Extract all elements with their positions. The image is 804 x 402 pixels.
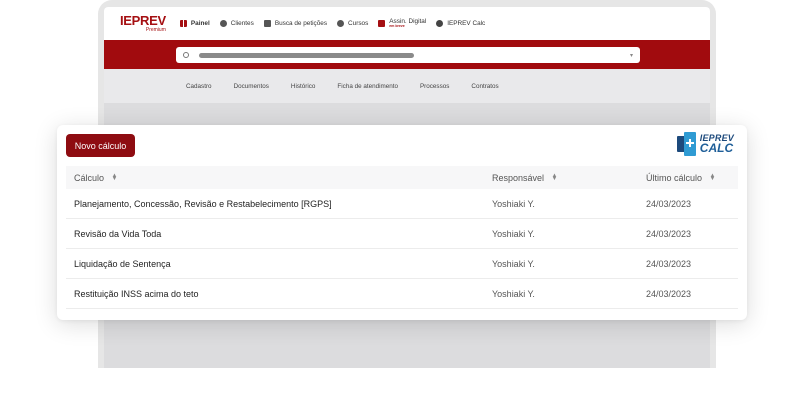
cell-owner: Yoshiaki Y.	[492, 198, 535, 209]
ieprev-calc-logo: IEPREV CALC	[676, 132, 734, 156]
table-header: Cálculo ▲ ▼ Responsável ▲ ▼ Último cálculo…	[66, 166, 738, 189]
calculations-card: Novo cálculo IEPREV CALC Cálculo ▲ ▼ Resp…	[57, 125, 747, 320]
nav-label: Busca de petições	[274, 20, 328, 27]
column-header-responsavel[interactable]: Responsável ▲ ▼	[492, 173, 558, 183]
nav-label: Clientes	[230, 20, 254, 27]
calc-logo-line2: CALC	[699, 140, 734, 155]
grid-icon	[179, 20, 187, 27]
document-icon	[263, 20, 271, 27]
course-icon	[337, 20, 345, 27]
sort-icon[interactable]: ▲ ▼	[552, 173, 558, 182]
logo-main-text: IEPREV	[120, 13, 166, 28]
cell-date: 24/03/2023	[646, 288, 692, 299]
nav-item-cursos[interactable]: Cursos	[337, 20, 368, 27]
subnav-historico[interactable]: Histórico	[291, 83, 316, 90]
new-calculation-button[interactable]: Novo cálculo	[66, 134, 135, 157]
subnav-ficha-atendimento[interactable]: Ficha de atendimento	[337, 83, 398, 90]
column-header-ultimo-calculo[interactable]: Último cálculo ▲ ▼	[646, 173, 716, 183]
cell-owner: Yoshiaki Y.	[492, 288, 535, 299]
column-label: Responsável	[492, 172, 545, 183]
cell-date: 24/03/2023	[646, 228, 692, 239]
cell-owner: Yoshiaki Y.	[492, 258, 535, 269]
cell-calculation-name: Liquidação de Sentença	[74, 258, 171, 269]
nav-item-busca-peticoes[interactable]: Busca de petições	[263, 20, 328, 27]
users-icon	[219, 20, 227, 27]
cell-owner: Yoshiaki Y.	[492, 228, 535, 239]
nav-label: Cursos	[348, 20, 369, 27]
nav-label: Painel	[190, 20, 210, 27]
table-row[interactable]: Liquidação de Sentença Yoshiaki Y. 24/03…	[66, 249, 738, 279]
chevron-down-icon[interactable]: ▾	[630, 52, 633, 59]
nav-item-ieprev-calc[interactable]: IEPREV Calc	[436, 20, 485, 27]
globe-icon	[436, 20, 444, 27]
nav-item-clientes[interactable]: Clientes	[219, 20, 254, 27]
column-label: Último cálculo	[646, 172, 703, 183]
signature-icon	[378, 20, 386, 27]
search-input[interactable]: ▾	[176, 47, 640, 63]
subnav-contratos[interactable]: Contratos	[471, 83, 498, 90]
search-placeholder-bar	[199, 52, 414, 58]
nav-item-painel[interactable]: Painel	[179, 20, 210, 27]
sort-icon[interactable]: ▲ ▼	[112, 173, 118, 182]
subnav-processos[interactable]: Processos	[420, 83, 449, 90]
cell-date: 24/03/2023	[646, 258, 692, 269]
nav-label: IEPREV Calc	[447, 20, 486, 27]
column-label: Cálculo	[74, 172, 105, 183]
calculations-table: Cálculo ▲ ▼ Responsável ▲ ▼ Último cálculo…	[66, 166, 738, 309]
sort-icon[interactable]: ▲ ▼	[710, 173, 716, 182]
table-row[interactable]: Revisão da Vida Toda Yoshiaki Y. 24/03/2…	[66, 219, 738, 249]
table-row[interactable]: Restituição INSS acima do teto Yoshiaki …	[66, 279, 738, 309]
cell-calculation-name: Planejamento, Concessão, Revisão e Resta…	[74, 198, 332, 209]
subnav-documentos[interactable]: Documentos	[234, 83, 269, 90]
nav-item-assinatura-digital[interactable]: Assin. Digital em breve	[378, 18, 426, 29]
subnav-cadastro[interactable]: Cadastro	[186, 83, 212, 90]
logo-sub-text: Premium	[145, 27, 166, 33]
cell-calculation-name: Revisão da Vida Toda	[74, 228, 162, 239]
top-navigation: IEPREV Premium Painel Clientes Busca de …	[104, 7, 710, 40]
client-subnav: Cadastro Documentos Histórico Ficha de a…	[104, 69, 710, 103]
column-header-calculo[interactable]: Cálculo ▲ ▼	[74, 173, 117, 183]
cell-date: 24/03/2023	[646, 198, 692, 209]
table-row[interactable]: Planejamento, Concessão, Revisão e Resta…	[66, 189, 738, 219]
ieprev-logo[interactable]: IEPREV Premium	[120, 14, 166, 33]
coming-soon-badge: em breve	[389, 23, 405, 28]
calc-plus-icon	[676, 132, 697, 156]
stage: IEPREV Premium Painel Clientes Busca de …	[0, 0, 804, 402]
cell-calculation-name: Restituição INSS acima do teto	[74, 288, 199, 299]
search-icon	[183, 52, 189, 58]
